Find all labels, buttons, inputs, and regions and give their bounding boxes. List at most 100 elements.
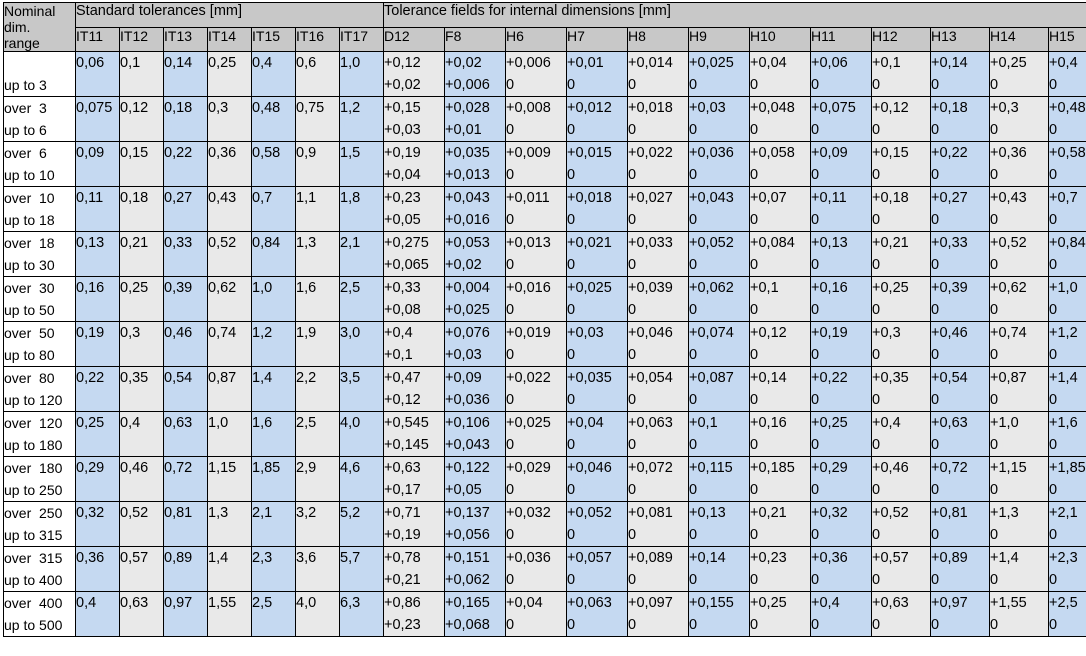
upper-deviation: +1,4 — [990, 547, 1048, 569]
lower-deviation: 0 — [750, 254, 810, 276]
upper-deviation: +1,4 — [1049, 367, 1086, 389]
upper-deviation: +1,3 — [990, 502, 1048, 524]
tolerance-field-cell: +1,00 — [1049, 277, 1086, 322]
upper-deviation: +0,052 — [689, 232, 749, 254]
lower-deviation: 0 — [689, 164, 749, 186]
header-col-h9: H9 — [689, 27, 750, 52]
lower-deviation: 0 — [811, 524, 871, 546]
upper-deviation: +0,275 — [384, 232, 444, 254]
tolerance-field-cell: +1,60 — [1049, 412, 1086, 457]
header-col-it14: IT14 — [208, 27, 252, 52]
upper-deviation: +0,48 — [1049, 97, 1086, 119]
nominal-range-cell: over 10up to 18 — [4, 187, 76, 232]
header-group-standard-tolerances: Standard tolerances [mm] — [76, 3, 384, 28]
tolerance-field-cell: +0,0480 — [750, 97, 811, 142]
it-value-cell: 0,29 — [76, 457, 120, 502]
upper-deviation: +0,011 — [506, 187, 566, 209]
upper-deviation: +0,14 — [689, 547, 749, 569]
lower-deviation: 0 — [628, 344, 688, 366]
tolerance-field-cell: +0,0350 — [567, 367, 628, 412]
upper-deviation: +0,52 — [872, 502, 930, 524]
header-nominal-line-3: range — [4, 35, 75, 51]
tolerance-field-cell: +0,570 — [872, 547, 931, 592]
it-value-cell: 0,4 — [120, 412, 164, 457]
tolerance-field-cell: +0,0120 — [567, 97, 628, 142]
upper-deviation: +0,01 — [567, 52, 627, 74]
lower-deviation: 0 — [990, 569, 1048, 591]
lower-deviation: 0 — [872, 164, 930, 186]
tolerance-field-cell: +0,0520 — [567, 502, 628, 547]
it-value-cell: 0,36 — [208, 142, 252, 187]
upper-deviation: +0,016 — [506, 277, 566, 299]
tolerance-field-cell: +0,220 — [931, 142, 990, 187]
it-value-cell: 0,39 — [164, 277, 208, 322]
lower-deviation: 0 — [931, 254, 989, 276]
header-group-row: Nominal dim. range Standard tolerances [… — [4, 3, 1086, 28]
tolerance-field-cell: +0,330 — [931, 232, 990, 277]
tolerance-field-cell: +0,0570 — [567, 547, 628, 592]
lower-deviation: 0 — [931, 209, 989, 231]
tolerance-field-cell: +0,0970 — [628, 592, 689, 637]
header-col-d12: D12 — [384, 27, 445, 52]
it-value-cell: 1,9 — [296, 322, 340, 367]
tolerance-field-cell: +0,180 — [872, 187, 931, 232]
tolerance-field-cell: +0,970 — [931, 592, 990, 637]
tolerance-field-cell: +0,15+0,03 — [384, 97, 445, 142]
it-value-cell: 0,3 — [120, 322, 164, 367]
lower-deviation: 0 — [1049, 389, 1086, 411]
tolerance-field-cell: +0,0090 — [506, 142, 567, 187]
tolerance-field-cell: +0,030 — [689, 97, 750, 142]
lower-deviation: 0 — [1049, 479, 1086, 501]
lower-deviation: 0 — [931, 164, 989, 186]
tolerance-field-cell: +0,010 — [567, 52, 628, 97]
tolerance-field-cell: +0,0080 — [506, 97, 567, 142]
it-value-cell: 0,46 — [164, 322, 208, 367]
it-value-cell: 0,22 — [76, 367, 120, 412]
lower-deviation: 0 — [1049, 74, 1086, 96]
nominal-range-line: over 6 — [4, 142, 75, 164]
header-col-h15: H15 — [1049, 27, 1086, 52]
lower-deviation: +0,145 — [384, 434, 444, 456]
it-value-cell: 0,13 — [76, 232, 120, 277]
upper-deviation: +0,23 — [384, 187, 444, 209]
tolerance-field-cell: +0,250 — [750, 592, 811, 637]
tolerance-field-cell: +0,275+0,065 — [384, 232, 445, 277]
lower-deviation: 0 — [811, 74, 871, 96]
tolerance-field-cell: +0,0360 — [506, 547, 567, 592]
tolerance-field-cell: +0,390 — [931, 277, 990, 322]
tolerance-field-cell: +0,210 — [750, 502, 811, 547]
tolerance-field-cell: +0,0220 — [628, 142, 689, 187]
tolerance-field-cell: +1,40 — [990, 547, 1049, 592]
tolerance-field-cell: +0,130 — [689, 502, 750, 547]
tolerance-field-cell: +0,0270 — [628, 187, 689, 232]
it-value-cell: 0,54 — [164, 367, 208, 412]
lower-deviation: 0 — [811, 479, 871, 501]
upper-deviation: +0,019 — [506, 322, 566, 344]
upper-deviation: +0,036 — [689, 142, 749, 164]
tolerance-field-cell: +0,0430 — [689, 187, 750, 232]
nominal-range-cell: over 6up to 10 — [4, 142, 76, 187]
upper-deviation: +0,33 — [384, 277, 444, 299]
tolerance-field-cell: +0,40 — [872, 412, 931, 457]
upper-deviation: +0,03 — [567, 322, 627, 344]
upper-deviation: +0,035 — [567, 367, 627, 389]
lower-deviation: 0 — [506, 479, 566, 501]
lower-deviation: 0 — [990, 344, 1048, 366]
nominal-range-cell: over 315up to 400 — [4, 547, 76, 592]
upper-deviation: +0,151 — [445, 547, 505, 569]
it-value-cell: 2,2 — [296, 367, 340, 412]
upper-deviation: +0,7 — [1049, 187, 1086, 209]
table-row: over 80up to 1200,220,350,540,871,42,23,… — [4, 367, 1086, 412]
upper-deviation: +0,3 — [872, 322, 930, 344]
lower-deviation: 0 — [931, 389, 989, 411]
it-value-cell: 0,25 — [76, 412, 120, 457]
nominal-range-line: over 18 — [4, 232, 75, 254]
tolerance-field-cell: +0,0840 — [750, 232, 811, 277]
upper-deviation: +0,009 — [506, 142, 566, 164]
upper-deviation: +0,78 — [384, 547, 444, 569]
upper-deviation: +0,19 — [811, 322, 871, 344]
lower-deviation: +0,05 — [384, 209, 444, 231]
it-value-cell: 0,9 — [296, 142, 340, 187]
it-value-cell: 0,32 — [76, 502, 120, 547]
tolerance-field-cell: +0,035+0,013 — [445, 142, 506, 187]
